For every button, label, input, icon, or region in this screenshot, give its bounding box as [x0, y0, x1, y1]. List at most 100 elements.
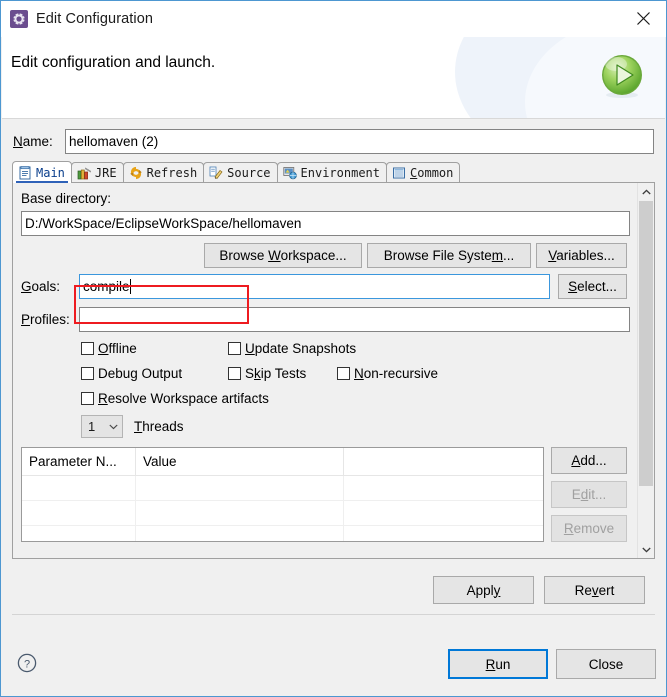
name-input-value: hellomaven (2) — [69, 134, 159, 149]
profiles-input[interactable] — [79, 307, 630, 332]
books-icon-svg — [77, 167, 91, 180]
checkbox-skip-tests-label: Skip Tests — [245, 366, 307, 381]
chevron-up-icon[interactable] — [638, 183, 654, 200]
header-separator — [2, 118, 665, 119]
tab-jre[interactable]: JRE — [70, 162, 124, 183]
common-grid-icon — [392, 166, 406, 180]
gear-icon-svg — [12, 12, 26, 26]
chevron-down-icon[interactable] — [638, 541, 654, 558]
parameters-table[interactable]: Parameter N... Value — [21, 447, 544, 542]
title-bar: Edit Configuration — [1, 1, 666, 37]
close-button[interactable]: Close — [556, 649, 656, 679]
threads-select[interactable]: 1 — [81, 415, 123, 438]
select-goals-button[interactable]: Select... — [558, 274, 627, 299]
apply-revert-bar: Apply Revert — [12, 563, 655, 621]
main-tab-inner: Base directory: D:/WorkSpace/EclipseWork… — [13, 183, 638, 558]
checkbox-update-snapshots[interactable]: Update Snapshots — [228, 341, 356, 356]
base-directory-label: Base directory: — [21, 191, 112, 206]
table-row[interactable] — [22, 526, 543, 541]
help-question-icon-svg: ? — [17, 653, 37, 673]
tab-source[interactable]: Source — [203, 162, 278, 183]
checkbox-debug-output-box[interactable] — [81, 367, 94, 380]
edit-parameter-button: Edit... — [551, 481, 627, 508]
tab-refresh[interactable]: Refresh — [122, 162, 205, 183]
checkbox-debug-output[interactable]: Debug Output — [81, 366, 182, 381]
checkbox-update-snapshots-label: Update Snapshots — [245, 341, 357, 356]
vertical-scrollbar[interactable] — [637, 183, 654, 558]
run-button[interactable]: Run — [448, 649, 548, 679]
column-header-empty[interactable] — [344, 448, 543, 475]
tab-main[interactable]: Main — [12, 161, 72, 183]
run-play-icon-svg — [602, 55, 642, 98]
checkbox-resolve-workspace-artifacts[interactable]: Resolve Workspace artifacts — [81, 391, 269, 406]
table-cell — [136, 476, 344, 500]
chevron-up-icon-svg — [641, 188, 651, 194]
goals-input-value: compile — [83, 279, 130, 294]
table-row[interactable] — [22, 501, 543, 526]
chevron-down-icon — [109, 424, 118, 429]
column-header-value[interactable]: Value — [136, 448, 344, 475]
document-icon-svg — [19, 165, 31, 179]
tab-source-label: Source — [227, 166, 271, 180]
table-cell — [344, 501, 543, 525]
tab-common-label: Common — [410, 166, 454, 180]
chevron-down-icon-svg — [641, 547, 651, 553]
refresh-icon — [129, 166, 143, 180]
run-play-icon — [597, 51, 647, 101]
tab-common[interactable]: Common — [386, 162, 461, 183]
checkbox-offline[interactable]: Offline — [81, 341, 137, 356]
parameters-table-header: Parameter N... Value — [22, 448, 543, 476]
base-directory-value: D:/WorkSpace/EclipseWorkSpace/hellomaven — [25, 216, 302, 231]
checkbox-resolve-workspace-artifacts-label: Resolve Workspace artifacts — [98, 391, 269, 406]
browse-file-system-button[interactable]: Browse File System... — [367, 243, 531, 268]
environment-icon-svg — [282, 167, 297, 180]
checkbox-skip-tests-box[interactable] — [228, 367, 241, 380]
svg-text:?: ? — [24, 658, 30, 670]
add-parameter-button[interactable]: Add... — [551, 447, 627, 474]
source-edit-icon — [209, 166, 223, 180]
threads-label: Threads — [134, 419, 184, 434]
revert-button[interactable]: Revert — [544, 576, 645, 604]
browse-workspace-button[interactable]: Browse Workspace... — [204, 243, 362, 268]
table-cell — [344, 476, 543, 500]
name-label: Name: — [13, 134, 53, 149]
checkbox-offline-box[interactable] — [81, 342, 94, 355]
scrollbar-thumb[interactable] — [639, 201, 653, 486]
checkbox-non-recursive-box[interactable] — [337, 367, 350, 380]
table-cell — [136, 501, 344, 525]
close-icon[interactable] — [620, 1, 666, 35]
text-caret — [129, 279, 131, 294]
tab-main-label: Main — [36, 165, 65, 180]
column-header-parameter-name[interactable]: Parameter N... — [22, 448, 136, 475]
common-grid-icon-svg — [393, 167, 406, 179]
base-directory-input[interactable]: D:/WorkSpace/EclipseWorkSpace/hellomaven — [21, 211, 630, 236]
remove-parameter-button: Remove — [551, 515, 627, 542]
tab-folder: Main JRE Refresh Source Environment Comm… — [12, 161, 655, 559]
source-edit-icon-svg — [209, 166, 223, 179]
dialog-body: Name: hellomaven (2) Main JRE Refresh So… — [2, 120, 665, 631]
table-cell — [344, 526, 543, 541]
edit-configuration-dialog: Edit Configuration Edit configuration an… — [0, 0, 667, 697]
close-button-label: Close — [588, 656, 624, 672]
table-row[interactable] — [22, 476, 543, 501]
checkbox-non-recursive[interactable]: Non-recursive — [337, 366, 438, 381]
checkbox-non-recursive-label: Non-recursive — [354, 366, 439, 381]
tab-environment-label: Environment — [300, 166, 381, 180]
table-cell — [22, 501, 136, 525]
name-row: Name: hellomaven (2) — [13, 129, 654, 154]
goals-input[interactable]: compile — [79, 274, 550, 299]
checkbox-skip-tests[interactable]: Skip Tests — [228, 366, 306, 381]
name-input[interactable]: hellomaven (2) — [65, 129, 654, 154]
goals-label: Goals: — [21, 279, 61, 294]
table-cell — [22, 526, 136, 541]
apply-button[interactable]: Apply — [433, 576, 534, 604]
tab-jre-label: JRE — [94, 166, 117, 180]
help-question-icon[interactable]: ? — [17, 653, 37, 673]
dialog-header: Edit configuration and launch. — [2, 37, 665, 119]
tab-environment[interactable]: Environment — [276, 162, 388, 183]
checkbox-resolve-workspace-artifacts-box[interactable] — [81, 392, 94, 405]
variables-button[interactable]: Variables... — [536, 243, 627, 268]
environment-icon — [282, 166, 297, 180]
window-title: Edit Configuration — [36, 11, 154, 27]
checkbox-update-snapshots-box[interactable] — [228, 342, 241, 355]
